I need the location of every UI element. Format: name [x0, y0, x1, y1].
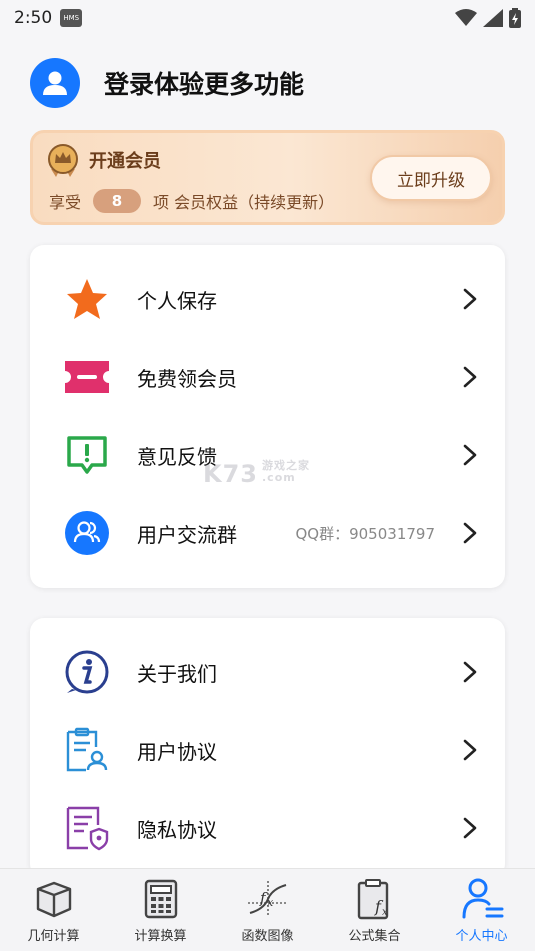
user-avatar-icon	[43, 71, 67, 95]
cube-icon	[32, 877, 76, 921]
bottom-tab-bar: 几何计算 计算换算 fx 函数图像 fx 公式集合 个人中心	[0, 868, 535, 951]
status-bar: 2:50 HMS	[0, 0, 535, 36]
svg-text:x: x	[267, 896, 274, 909]
tab-label: 个人中心	[455, 929, 508, 944]
tab-personal-center[interactable]: 个人中心	[428, 869, 535, 951]
tab-function-graph[interactable]: fx 函数图像	[214, 869, 321, 951]
feedback-icon	[64, 432, 110, 478]
wifi-icon	[455, 9, 477, 26]
chevron-right-icon	[463, 366, 477, 388]
person-icon	[460, 877, 504, 921]
qq-group-number: QQ群：905031797	[295, 524, 435, 543]
crown-badge-icon	[48, 144, 78, 177]
vip-prefix: 享受	[49, 193, 82, 212]
function-graph-icon: fx	[246, 877, 290, 921]
user-agreement-icon	[64, 727, 110, 773]
tab-formulas[interactable]: fx 公式集合	[321, 869, 428, 951]
battery-icon	[509, 8, 521, 28]
menu-label: 个人保存	[137, 288, 217, 313]
formula-clipboard-icon: fx	[353, 877, 397, 921]
calculator-icon	[139, 877, 183, 921]
menu-item-user-agreement[interactable]: 用户协议	[30, 711, 505, 789]
tab-calculator[interactable]: 计算换算	[107, 869, 214, 951]
chevron-right-icon	[463, 288, 477, 310]
group-icon	[64, 510, 110, 556]
svg-text:x: x	[382, 907, 388, 918]
hms-badge: HMS	[60, 9, 83, 27]
menu-label: 隐私协议	[137, 817, 217, 842]
status-icons	[455, 8, 521, 28]
info-icon	[64, 649, 110, 695]
privacy-icon	[64, 805, 110, 851]
tab-label: 计算换算	[134, 929, 187, 944]
menu-item-free-vip[interactable]: 免费领会员	[30, 338, 505, 416]
ticket-icon	[64, 354, 110, 400]
vip-title: 开通会员	[89, 151, 161, 172]
menu-label: 免费领会员	[137, 366, 237, 391]
menu-label: 用户交流群	[137, 522, 237, 547]
status-time: 2:50	[14, 8, 53, 28]
vip-card[interactable]: 开通会员 享受 8 项 会员权益（持续更新） 立即升级	[30, 130, 505, 225]
signal-icon	[483, 9, 503, 27]
menu-card-personal: 个人保存 免费领会员 意见反馈 用户交流群 QQ群：905031797	[30, 245, 505, 588]
menu-item-personal-save[interactable]: 个人保存	[30, 260, 505, 338]
tab-geometry[interactable]: 几何计算	[0, 869, 107, 951]
menu-item-user-group[interactable]: 用户交流群 QQ群：905031797	[30, 494, 505, 572]
vip-count-badge: 8	[93, 189, 142, 213]
tab-label: 几何计算	[27, 929, 80, 944]
menu-item-privacy[interactable]: 隐私协议	[30, 789, 505, 867]
login-prompt[interactable]: 登录体验更多功能	[104, 65, 304, 101]
upgrade-button[interactable]: 立即升级	[370, 155, 492, 201]
avatar[interactable]	[30, 58, 80, 108]
chevron-right-icon	[463, 817, 477, 839]
menu-item-feedback[interactable]: 意见反馈	[30, 416, 505, 494]
chevron-right-icon	[463, 522, 477, 544]
menu-item-about-us[interactable]: 关于我们	[30, 633, 505, 711]
menu-label: 意见反馈	[137, 444, 217, 469]
star-icon	[64, 276, 110, 322]
chevron-right-icon	[463, 444, 477, 466]
vip-suffix: 项 会员权益（持续更新）	[153, 193, 335, 212]
menu-label: 关于我们	[137, 661, 217, 686]
profile-header[interactable]: 登录体验更多功能	[30, 58, 304, 108]
menu-card-about: 关于我们 用户协议 隐私协议	[30, 618, 505, 878]
chevron-right-icon	[463, 739, 477, 761]
vip-header: 开通会员	[47, 143, 161, 177]
vip-benefits: 享受 8 项 会员权益（持续更新）	[49, 189, 334, 213]
tab-label: 公式集合	[348, 929, 401, 944]
tab-label: 函数图像	[241, 929, 294, 944]
chevron-right-icon	[463, 661, 477, 683]
menu-label: 用户协议	[137, 739, 217, 764]
